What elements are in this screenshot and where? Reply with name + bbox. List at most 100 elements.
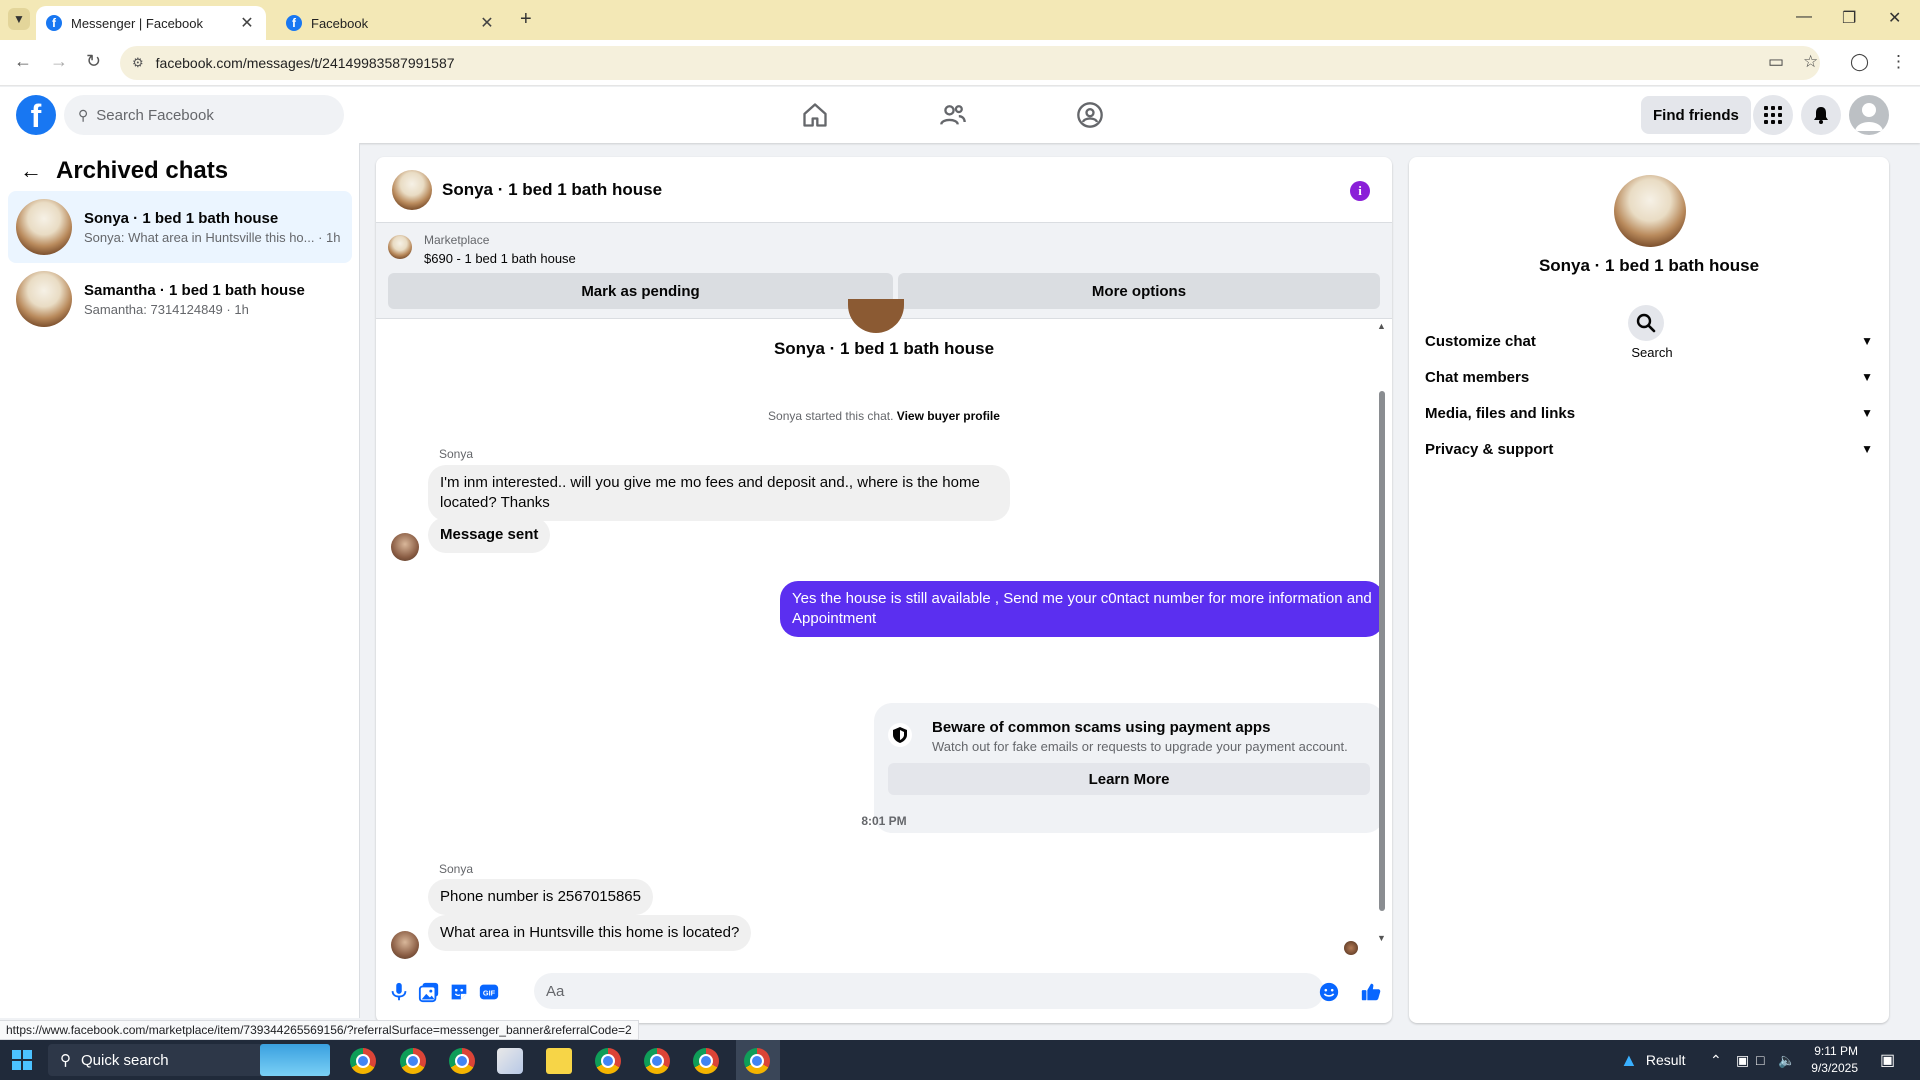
back-arrow-icon[interactable]: ← (20, 158, 42, 184)
tab-facebook[interactable]: f Facebook ✕ (276, 6, 506, 40)
camera-icon[interactable]: ▣ (1736, 1040, 1749, 1080)
weather-widget[interactable]: ▲ Result (1620, 1040, 1686, 1080)
listing-title[interactable]: $690 - 1 bed 1 bath house (424, 251, 576, 266)
back-icon[interactable]: ← (14, 51, 32, 72)
sender-name: Sonya (439, 447, 474, 461)
shield-icon (888, 723, 912, 747)
minimize-icon[interactable]: — (1796, 8, 1812, 26)
scam-warning-title: Beware of common scams using payment app… (932, 719, 1271, 736)
message-bubble[interactable]: What area in Huntsville this home is loc… (428, 915, 752, 951)
notifications-bell-icon[interactable] (1801, 95, 1841, 135)
scroll-up-icon[interactable]: ▲ (1377, 321, 1386, 331)
my-message-bubble[interactable]: Yes the house is still available , Send … (780, 581, 1384, 637)
system-clock[interactable]: 9:11 PM 9/3/2025 (1778, 1043, 1858, 1077)
tab-messenger[interactable]: f Messenger | Facebook ✕ (36, 6, 266, 40)
customize-chat-section[interactable]: Customize chat ▼ (1425, 323, 1873, 359)
sender-avatar[interactable] (391, 931, 419, 959)
mark-as-pending-button[interactable]: Mark as pending (388, 273, 893, 309)
forward-icon[interactable]: → (50, 51, 68, 72)
message-bubble[interactable]: Message sent (428, 517, 551, 553)
chrome-taskbar-icon[interactable] (693, 1048, 719, 1074)
account-avatar[interactable] (1849, 95, 1889, 135)
reload-icon[interactable]: ↻ (86, 51, 101, 72)
message-composer: GIF (376, 963, 1392, 1019)
microphone-icon[interactable] (388, 981, 410, 1003)
learn-more-button[interactable]: Learn More (888, 763, 1370, 795)
site-info-icon[interactable]: ⚙ (132, 55, 144, 71)
conversation-header: Sonya · 1 bed 1 bath house i (376, 157, 1392, 223)
show-hidden-icons-icon[interactable]: ⌃ (1710, 1040, 1722, 1080)
search-highlight-image (260, 1044, 330, 1076)
chrome-taskbar-icon[interactable] (449, 1048, 475, 1074)
sticker-icon[interactable] (448, 981, 470, 1003)
new-tab-icon[interactable]: + (520, 8, 532, 31)
restore-icon[interactable]: ❐ (1842, 8, 1856, 28)
photo-icon[interactable] (418, 981, 440, 1003)
sender-name: Sonya (439, 862, 474, 876)
sender-avatar[interactable] (391, 533, 419, 561)
chevron-down-icon: ▼ (1861, 334, 1873, 348)
notifications-icon[interactable]: ▣ (1880, 1040, 1895, 1080)
chrome-taskbar-icon[interactable] (595, 1048, 621, 1074)
facebook-search-input[interactable]: ⚲ Search Facebook (64, 95, 344, 135)
chat-list-item[interactable]: Samantha · 1 bed 1 bath house Samantha: … (8, 263, 352, 335)
groups-icon[interactable] (1076, 101, 1104, 129)
thumbs-up-icon[interactable] (1360, 981, 1382, 1003)
close-tab-icon[interactable]: ✕ (478, 13, 496, 33)
tab-search-icon[interactable]: ▼ (8, 8, 30, 30)
privacy-support-section[interactable]: Privacy & support ▼ (1425, 431, 1873, 467)
chat-members-section[interactable]: Chat members ▼ (1425, 359, 1873, 395)
section-label: Chat members (1425, 368, 1530, 386)
close-window-icon[interactable]: ✕ (1888, 8, 1901, 28)
windows-start-icon[interactable] (12, 1050, 32, 1070)
scroll-down-icon[interactable]: ▼ (1377, 933, 1386, 943)
clock-time: 9:11 PM (1814, 1044, 1858, 1058)
conversation-details-avatar[interactable] (1614, 175, 1686, 247)
chat-thumbnail (16, 271, 72, 327)
conversation-avatar[interactable] (392, 169, 432, 210)
chrome-taskbar-icon[interactable] (644, 1048, 670, 1074)
menu-icon[interactable]: ⋮ (1890, 52, 1907, 72)
network-icon[interactable]: □ (1756, 1040, 1764, 1080)
media-files-links-section[interactable]: Media, files and links ▼ (1425, 395, 1873, 431)
find-friends-button[interactable]: Find friends (1641, 96, 1751, 134)
paint-taskbar-icon[interactable] (497, 1048, 523, 1074)
view-buyer-profile-link[interactable]: View buyer profile (897, 409, 1000, 423)
menu-grid-icon[interactable] (1753, 95, 1793, 135)
install-app-icon[interactable]: ▭ (1768, 52, 1784, 72)
chevron-down-icon: ▼ (1861, 442, 1873, 456)
home-icon[interactable] (801, 101, 829, 129)
gif-icon[interactable]: GIF (478, 981, 500, 1003)
message-bubble[interactable]: Phone number is 2567015865 (428, 879, 653, 915)
more-options-button[interactable]: More options (898, 273, 1380, 309)
emoji-icon[interactable] (1318, 981, 1340, 1003)
browser-tab-bar: ▼ f Messenger | Facebook ✕ f Facebook ✕ … (0, 0, 1920, 40)
windows-taskbar: ⚲ Quick search ▲ Result ⌃ ▣ □ 🔈 9:11 PM … (0, 1040, 1920, 1080)
close-tab-icon[interactable]: ✕ (238, 13, 256, 33)
chat-preview: Samantha: 7314124849 · 1h (84, 301, 249, 317)
friends-icon[interactable] (939, 101, 967, 129)
message-list: Sonya · 1 bed 1 bath house Sonya started… (376, 299, 1392, 959)
chat-list-item[interactable]: Sonya · 1 bed 1 bath house Sonya: What a… (8, 191, 352, 263)
archived-chats-header: ← Archived chats (20, 157, 228, 185)
message-scrollbar[interactable] (1379, 391, 1385, 911)
chrome-taskbar-icon[interactable] (350, 1048, 376, 1074)
chrome-taskbar-icon[interactable] (400, 1048, 426, 1074)
conversation-title[interactable]: Sonya · 1 bed 1 bath house (442, 180, 662, 200)
info-icon[interactable]: i (1350, 181, 1370, 201)
message-bubble[interactable]: I'm inm interested.. will you give me mo… (428, 465, 1010, 521)
conversation-details-panel: Sonya · 1 bed 1 bath house Search Custom… (1409, 157, 1889, 1023)
search-icon: ⚲ (60, 1052, 71, 1069)
profile-icon[interactable]: ◯ (1850, 52, 1869, 72)
sticky-notes-taskbar-icon[interactable] (546, 1048, 572, 1074)
message-input-field[interactable] (534, 973, 1324, 1009)
listing-thumbnail (388, 235, 412, 259)
message-input[interactable] (546, 982, 1324, 1000)
chrome-taskbar-icon[interactable] (744, 1048, 770, 1074)
clock-date: 9/3/2025 (1811, 1061, 1858, 1075)
url-field[interactable]: ⚙ facebook.com/messages/t/24149983587991… (120, 46, 1820, 80)
message-timestamp: 8:01 PM (861, 814, 907, 828)
bookmark-star-icon[interactable]: ☆ (1803, 52, 1818, 72)
chat-name: Sonya · 1 bed 1 bath house (84, 209, 279, 227)
facebook-logo-icon[interactable]: f (16, 95, 56, 135)
